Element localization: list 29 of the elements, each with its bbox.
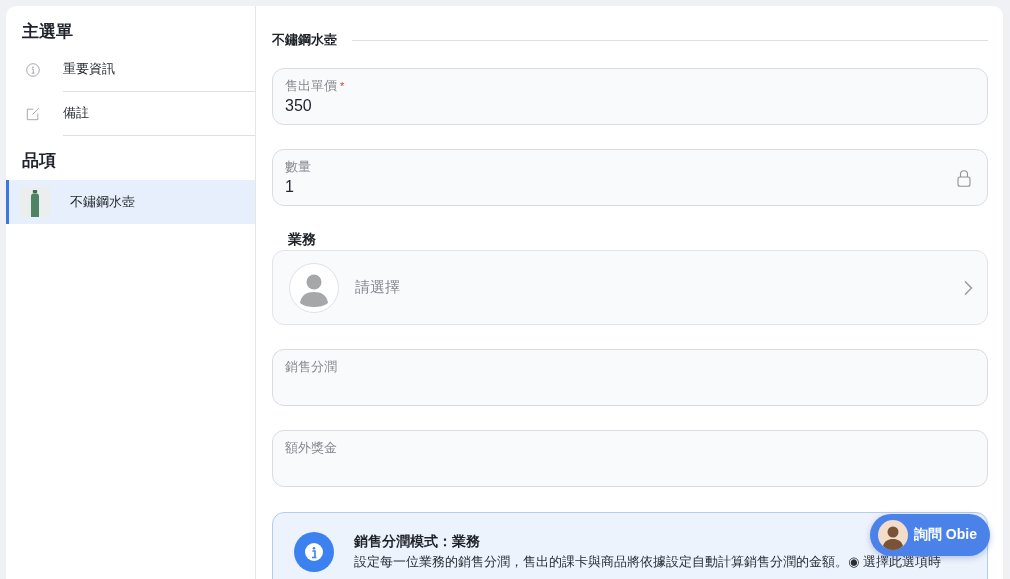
avatar-icon bbox=[878, 520, 908, 550]
edit-icon bbox=[26, 107, 40, 121]
field-label: 售出單價 * bbox=[285, 77, 345, 95]
input-field[interactable]: 數量 1 bbox=[272, 149, 988, 206]
chevron-right-icon bbox=[963, 279, 973, 296]
input-field[interactable]: 售出單價 * 350 bbox=[272, 68, 988, 125]
menu-item[interactable]: 重要資訊 bbox=[6, 48, 255, 92]
picker-label: 業務 bbox=[287, 230, 316, 248]
notice-text: 設定每一位業務的銷售分潤，售出的課卡與商品將依據設定自動計算銷售分潤的金額。◉ 選擇此選項時 bbox=[354, 553, 941, 571]
field-value: 350 bbox=[285, 96, 312, 116]
notice-title: 銷售分潤模式：業務 bbox=[354, 533, 480, 551]
field-value: 1 bbox=[285, 177, 294, 197]
bottle-icon bbox=[20, 187, 50, 217]
avatar-placeholder-icon bbox=[289, 262, 339, 313]
info-icon bbox=[294, 532, 334, 572]
picker-placeholder: 請選擇 bbox=[355, 278, 400, 297]
field-label: 數量 bbox=[285, 158, 311, 176]
ask-obie-button[interactable]: 詢問 Obie bbox=[870, 514, 990, 556]
menu-item[interactable]: 備註 bbox=[6, 92, 255, 136]
sidebar-heading: 主選單 bbox=[21, 21, 74, 43]
input-field[interactable]: 銷售分潤 bbox=[272, 349, 988, 406]
input-field[interactable]: 額外獎金 bbox=[272, 430, 988, 487]
product-item[interactable]: 不鏽鋼水壺 bbox=[6, 180, 255, 224]
section-title: 不鏽鋼水壺 bbox=[272, 31, 337, 49]
staff-picker[interactable]: 請選擇 bbox=[272, 250, 988, 325]
sidebar-heading: 品項 bbox=[21, 150, 57, 172]
field-label: 銷售分潤 bbox=[285, 358, 337, 376]
info-icon bbox=[26, 63, 40, 77]
field-label: 額外獎金 bbox=[285, 439, 337, 457]
